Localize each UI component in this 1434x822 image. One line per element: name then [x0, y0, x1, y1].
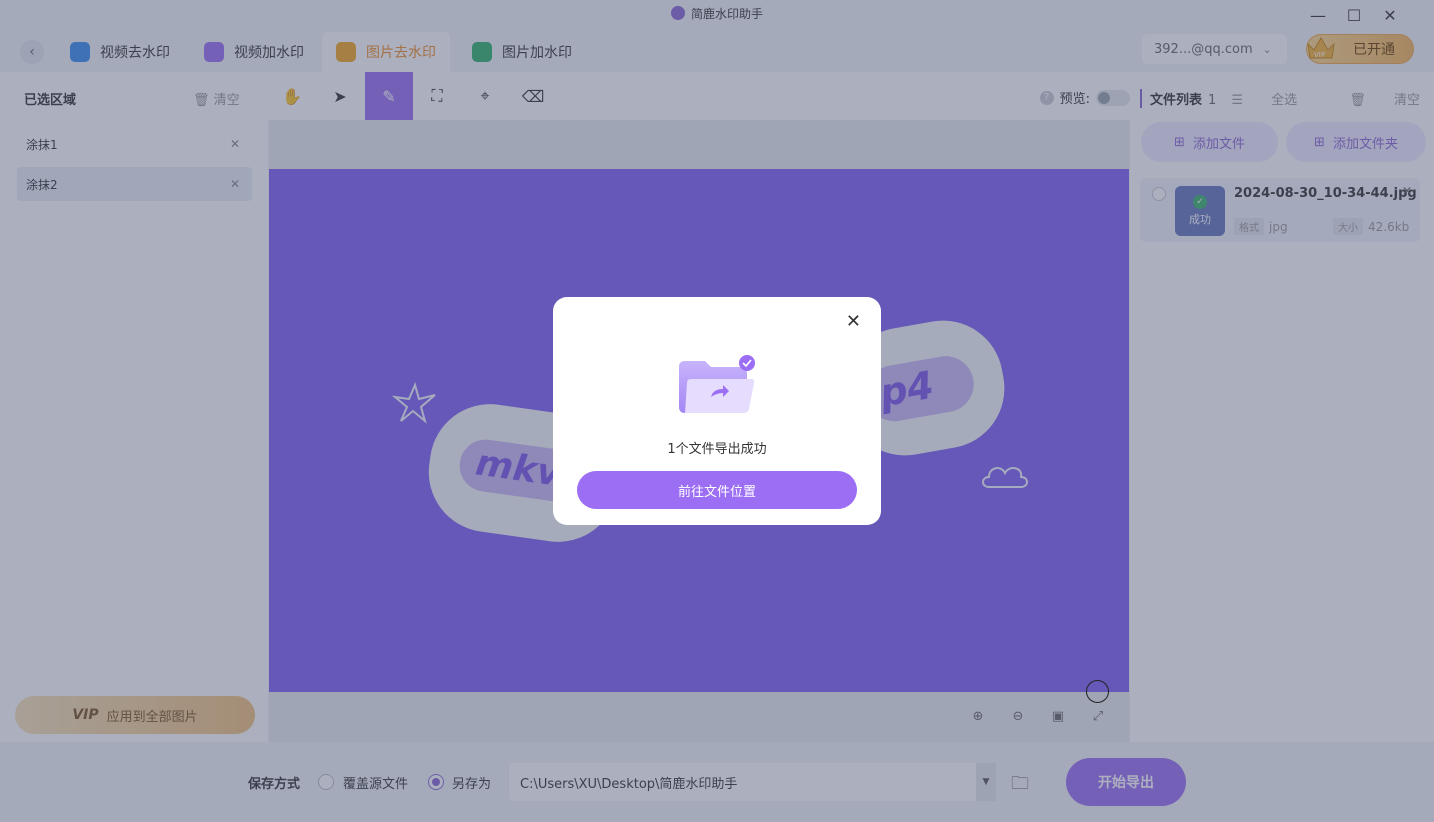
folder-success-icon [679, 355, 755, 413]
brush-cursor [1086, 680, 1109, 703]
open-file-location-button[interactable]: 前往文件位置 [577, 471, 857, 509]
export-success-dialog: ✕ 1个文件导出成功 前往文件位置 [553, 297, 881, 525]
dialog-message: 1个文件导出成功 [667, 442, 767, 457]
close-icon[interactable]: ✕ [846, 311, 861, 332]
